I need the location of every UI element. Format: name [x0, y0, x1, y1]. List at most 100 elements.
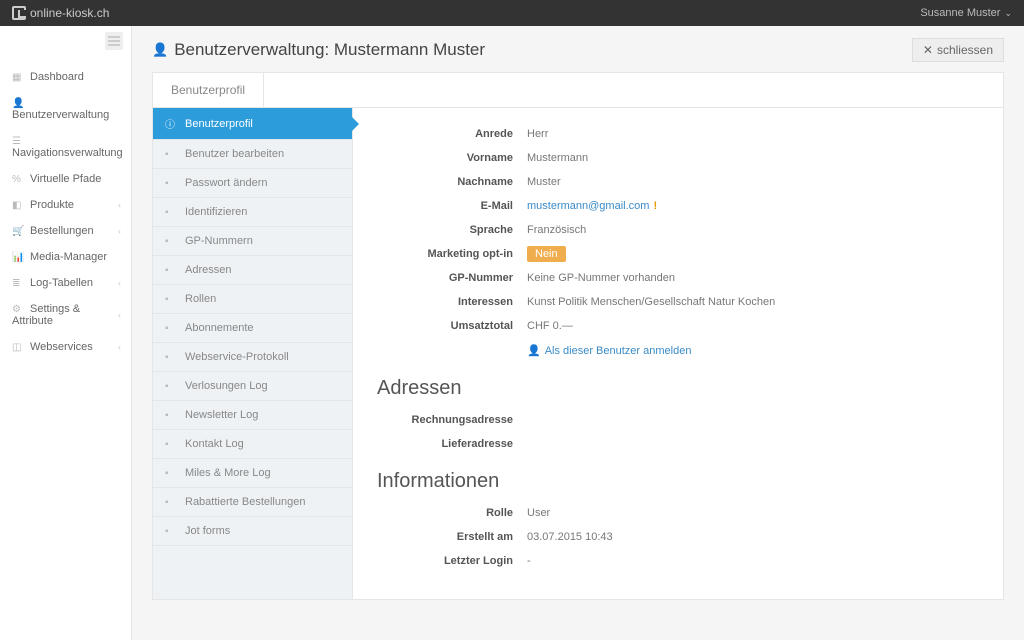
submenu-item-label: Verlosungen Log: [185, 380, 268, 392]
value-anrede: Herr: [527, 128, 548, 140]
submenu-item-label: Kontakt Log: [185, 438, 244, 450]
submenu: ⓘ Benutzerprofil ▪Benutzer bearbeiten▪Pass…: [153, 108, 353, 599]
sidebar-item-dashboard[interactable]: ▦ Dashboard: [0, 64, 131, 90]
chevron-down-icon: ⌄: [1004, 8, 1012, 19]
label-umsatz: Umsatztotal: [377, 320, 527, 332]
close-icon: ✕: [923, 43, 933, 57]
menu-icon: ▪: [165, 381, 177, 392]
menu-icon: ⓘ: [165, 116, 177, 131]
label-marketing: Marketing opt-in: [377, 248, 527, 260]
sidebar-item-label: Virtuelle Pfade: [30, 173, 101, 185]
sidebar-item-label: Media-Manager: [30, 251, 107, 263]
sidebar-item-virtuelle-pfade[interactable]: % Virtuelle Pfade: [0, 166, 131, 192]
label-rolle: Rolle: [377, 507, 527, 519]
current-user-menu[interactable]: Susanne Muster ⌄: [920, 7, 1012, 19]
submenu-item-label: Newsletter Log: [185, 409, 258, 421]
nav-icon: 🛒: [12, 226, 24, 237]
label-email: E-Mail: [377, 200, 527, 212]
nav-icon: %: [12, 174, 24, 185]
value-gp: Keine GP-Nummer vorhanden: [527, 272, 675, 284]
sidebar-item-benutzerverwaltung[interactable]: 👤Benutzerverwaltung: [0, 90, 131, 128]
label-lastlogin: Letzter Login: [377, 555, 527, 567]
nav-icon: ⚙: [12, 304, 24, 315]
submenu-item-label: Miles & More Log: [185, 467, 271, 479]
submenu-item-kontakt-log[interactable]: ▪ Kontakt Log: [153, 430, 352, 459]
submenu-item-benutzer-bearbeiten[interactable]: ▪Benutzer bearbeiten: [153, 140, 352, 169]
email-link[interactable]: mustermann@gmail.com: [527, 200, 649, 212]
menu-icon: ▪: [165, 236, 177, 247]
submenu-item-label: Benutzerprofil: [185, 118, 253, 130]
label-anrede: Anrede: [377, 128, 527, 140]
sidebar-toggle-button[interactable]: [105, 32, 123, 50]
menu-icon: ▪: [165, 178, 177, 189]
tab-benutzerprofil[interactable]: Benutzerprofil: [153, 73, 264, 107]
submenu-item-newsletter-log[interactable]: ▪ Newsletter Log: [153, 401, 352, 430]
value-interessen: Kunst Politik Menschen/Gesellschaft Natu…: [527, 296, 775, 308]
menu-icon: ▪: [165, 468, 177, 479]
sidebar-item-settings-attribute[interactable]: ⚙Settings & Attribute‹: [0, 296, 131, 334]
section-info: Informationen: [377, 470, 979, 493]
sidebar-item-label: Webservices: [30, 341, 93, 353]
submenu-item-jot-forms[interactable]: ▪Jot forms: [153, 517, 352, 546]
value-umsatz: CHF 0.—: [527, 320, 573, 332]
menu-icon: ▪: [165, 265, 177, 276]
page-title: 👤 Benutzerverwaltung: Mustermann Muster: [152, 40, 485, 60]
label-nachname: Nachname: [377, 176, 527, 188]
menu-icon: ▪: [165, 149, 177, 160]
submenu-item-label: Jot forms: [185, 525, 230, 537]
nav-icon: ◧: [12, 200, 24, 211]
submenu-item-passwort-ndern[interactable]: ▪Passwort ändern: [153, 169, 352, 198]
sidebar-item-navigationsverwaltung[interactable]: ☰Navigationsverwaltung: [0, 128, 131, 166]
submenu-item-label: Identifizieren: [185, 206, 247, 218]
submenu-item-benutzerprofil[interactable]: ⓘ Benutzerprofil: [153, 108, 352, 140]
label-billing: Rechnungsadresse: [377, 414, 527, 426]
nav-icon: 📊: [12, 252, 24, 263]
warning-icon: !: [653, 200, 657, 212]
submenu-item-identifizieren[interactable]: ▪Identifizieren: [153, 198, 352, 227]
value-lastlogin: -: [527, 555, 531, 567]
value-vorname: Mustermann: [527, 152, 588, 164]
submenu-item-label: Rabattierte Bestellungen: [185, 496, 305, 508]
sidebar-item-label: Dashboard: [30, 71, 84, 83]
value-rolle: User: [527, 507, 550, 519]
brand-logo[interactable]: online-kiosk.ch: [12, 6, 109, 20]
label-shipping: Lieferadresse: [377, 438, 527, 450]
impersonate-link[interactable]: 👤Als dieser Benutzer anmelden: [527, 344, 691, 357]
submenu-item-adressen[interactable]: ▪ Adressen: [153, 256, 352, 285]
chevron-right-icon: ‹: [118, 200, 121, 210]
sidebar-item-label: Log-Tabellen: [30, 277, 93, 289]
user-icon: 👤: [527, 344, 541, 357]
submenu-item-label: GP-Nummern: [185, 235, 253, 247]
sidebar-item-label: Navigationsverwaltung: [12, 147, 123, 159]
label-sprache: Sprache: [377, 224, 527, 236]
current-user-name: Susanne Muster: [920, 7, 1000, 19]
submenu-item-label: Abonnemente: [185, 322, 254, 334]
label-interessen: Interessen: [377, 296, 527, 308]
submenu-item-abonnemente[interactable]: ▪Abonnemente: [153, 314, 352, 343]
nav-icon: ▦: [12, 72, 24, 83]
submenu-item-rollen[interactable]: ▪Rollen: [153, 285, 352, 314]
menu-icon: ▪: [165, 410, 177, 421]
close-button[interactable]: ✕ schliessen: [912, 38, 1004, 62]
sidebar-item-log-tabellen[interactable]: ≣ Log-Tabellen ‹: [0, 270, 131, 296]
sidebar-item-media-manager[interactable]: 📊 Media-Manager: [0, 244, 131, 270]
menu-icon: ▪: [165, 439, 177, 450]
nav-icon: ≣: [12, 278, 24, 289]
section-addresses: Adressen: [377, 377, 979, 400]
sidebar-item-bestellungen[interactable]: 🛒Bestellungen‹: [0, 218, 131, 244]
value-nachname: Muster: [527, 176, 561, 188]
submenu-item-gp-nummern[interactable]: ▪ GP-Nummern: [153, 227, 352, 256]
value-erstellt: 03.07.2015 10:43: [527, 531, 613, 543]
sidebar: ▦ Dashboard 👤Benutzerverwaltung☰Navigation…: [0, 26, 132, 640]
submenu-item-verlosungen-log[interactable]: ▪ Verlosungen Log: [153, 372, 352, 401]
submenu-item-rabattierte-bestellungen[interactable]: ▪Rabattierte Bestellungen: [153, 488, 352, 517]
value-sprache: Französisch: [527, 224, 586, 236]
marketing-badge: Nein: [527, 246, 566, 262]
submenu-item-miles-more-log[interactable]: ▪ Miles & More Log: [153, 459, 352, 488]
submenu-item-label: Adressen: [185, 264, 231, 276]
sidebar-item-produkte[interactable]: ◧Produkte‹: [0, 192, 131, 218]
sidebar-item-webservices[interactable]: ◫Webservices‹: [0, 334, 131, 360]
user-icon: 👤: [152, 42, 168, 58]
chevron-right-icon: ‹: [118, 278, 121, 288]
submenu-item-webservice-protokoll[interactable]: ▪Webservice-Protokoll: [153, 343, 352, 372]
